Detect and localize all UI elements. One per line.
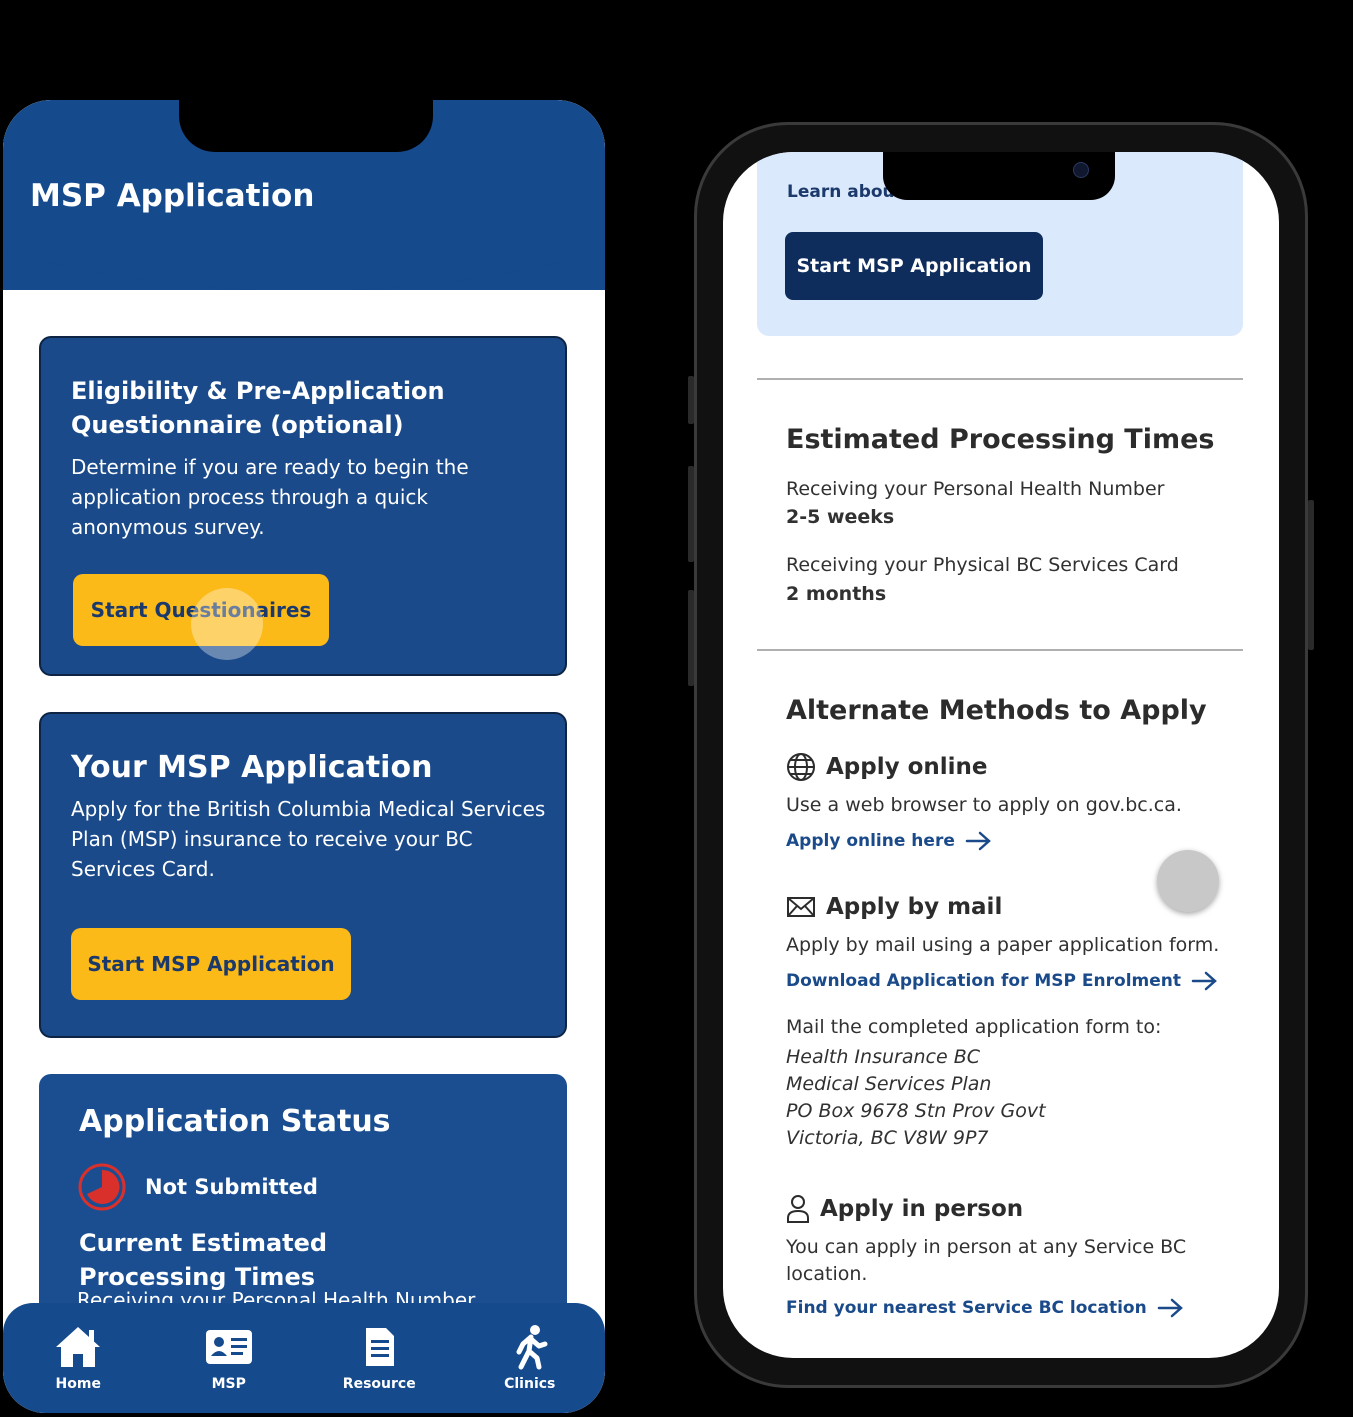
walking-person-icon (516, 1325, 548, 1370)
person-icon (787, 1195, 809, 1223)
msp-application-description: Apply for the British Columbia Medical S… (71, 797, 546, 881)
mute-switch (688, 376, 694, 424)
status-row: Not Submitted (77, 1162, 318, 1212)
apply-in-person-title: Apply in person (820, 1196, 1024, 1222)
questionnaire-title: Eligibility & Pre-Application Questionna… (71, 377, 445, 439)
phn-label: Receiving your Personal Health Number (786, 478, 1165, 500)
nav-msp-label: MSP (211, 1376, 246, 1392)
download-application-link-label: Download Application for MSP Enrolment (786, 971, 1182, 991)
phone-notch (179, 100, 433, 152)
nav-clinics-label: Clinics (504, 1376, 556, 1392)
application-status-title: Application Status (79, 1104, 391, 1139)
nav-msp[interactable]: MSP (169, 1324, 289, 1392)
card-label: Receiving your Physical BC Services Card (786, 554, 1179, 576)
nav-resource-label: Resource (342, 1376, 416, 1392)
application-status-card: Application Status Not Submitted Current… (39, 1074, 567, 1334)
volume-up-button (688, 466, 694, 562)
header-wave (3, 250, 605, 290)
questionnaire-card: Eligibility & Pre-Application Questionna… (39, 336, 567, 676)
apply-by-mail-description: Apply by mail using a paper application … (786, 934, 1220, 956)
phn-value: 2-5 weeks (786, 506, 895, 528)
apply-by-mail-title: Apply by mail (826, 894, 1003, 920)
arrow-right-icon (965, 831, 991, 851)
current-processing-title: Current Estimated Processing Times (79, 1229, 328, 1291)
home-icon (56, 1327, 101, 1367)
processing-times-title: Estimated Processing Times (786, 424, 1215, 455)
phone-notch (883, 152, 1115, 200)
id-card-icon (205, 1330, 252, 1364)
apply-online-heading: Apply online (786, 752, 988, 782)
apply-online-title: Apply online (826, 754, 988, 780)
address-line: Medical Services Plan (786, 1073, 992, 1095)
arrow-right-icon (1191, 971, 1217, 991)
document-icon (366, 1328, 395, 1366)
mail-to-label: Mail the completed application form to: (786, 1016, 1162, 1038)
start-msp-application-button[interactable]: Start MSP Application (71, 928, 351, 1000)
address-line: PO Box 9678 Stn Prov Govt (786, 1100, 1046, 1122)
nav-home[interactable]: Home (18, 1324, 138, 1392)
address-line: Victoria, BC V8W 9P7 (786, 1127, 989, 1149)
find-service-bc-link[interactable]: Find your nearest Service BC location (786, 1297, 1185, 1319)
msp-application-card: Your MSP Application Apply for the Briti… (39, 712, 567, 1038)
arrow-right-icon (1157, 1298, 1183, 1318)
touch-indicator (1157, 850, 1219, 912)
status-badge: Not Submitted (145, 1175, 318, 1199)
touch-indicator (191, 588, 263, 660)
divider (757, 649, 1243, 651)
apply-online-description: Use a web browser to apply on gov.bc.ca. (786, 794, 1182, 816)
nav-home-label: Home (55, 1376, 101, 1392)
start-msp-application-button[interactable]: Start MSP Application (785, 232, 1043, 300)
apply-by-mail-heading: Apply by mail (786, 894, 1002, 920)
apply-online-link-label: Apply online here (786, 831, 955, 851)
bottom-nav: Home MSP Resource Clinics (3, 1303, 605, 1413)
msp-application-title: Your MSP Application (71, 750, 433, 785)
divider (757, 378, 1243, 380)
mail-icon (787, 897, 815, 917)
address-line: Health Insurance BC (786, 1046, 980, 1068)
mailing-address: Health Insurance BC Medical Services Pla… (786, 1044, 1046, 1152)
left-phone-screen: MSP Application Eligibility & Pre-Applic… (3, 100, 605, 1413)
camera-icon (1073, 162, 1089, 178)
card-value: 2 months (786, 583, 887, 605)
nav-clinics[interactable]: Clinics (470, 1324, 590, 1392)
questionnaire-description: Determine if you are ready to begin the … (71, 455, 469, 539)
volume-down-button (688, 590, 694, 686)
apply-in-person-description: You can apply in person at any Service B… (786, 1236, 1187, 1285)
status-clock-icon (78, 1163, 126, 1211)
find-service-bc-link-label: Find your nearest Service BC location (786, 1298, 1147, 1318)
apply-in-person-heading: Apply in person (786, 1194, 1023, 1224)
alternate-methods-title: Alternate Methods to Apply (786, 695, 1207, 726)
power-button (1308, 500, 1314, 650)
nav-resource[interactable]: Resource (319, 1324, 439, 1392)
page-title: MSP Application (30, 178, 315, 214)
apply-online-link[interactable]: Apply online here (786, 830, 993, 852)
right-phone-screen: Learn about MSP Start MSP Application Es… (723, 152, 1279, 1358)
download-application-link[interactable]: Download Application for MSP Enrolment (786, 970, 1219, 992)
globe-icon (787, 753, 815, 781)
